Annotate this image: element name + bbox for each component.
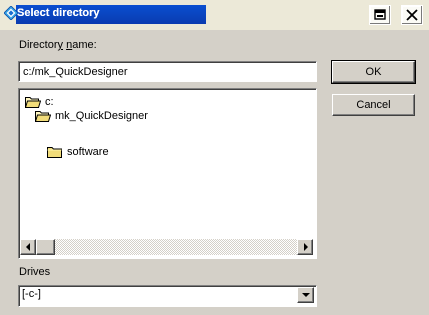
right-arrow-icon (304, 243, 308, 251)
directory-name-input[interactable] (19, 62, 316, 81)
label-part: Director (19, 39, 58, 51)
directory-tree[interactable]: c: mk_QuickDesigner software (18, 88, 317, 259)
tree-item-software[interactable]: software (47, 146, 109, 158)
drives-label: Drives (19, 266, 51, 278)
scroll-left-button[interactable] (20, 239, 36, 255)
context-help-icon (374, 9, 386, 20)
title-bar[interactable]: Select directory (0, 0, 429, 30)
tree-item-c[interactable]: c: (25, 96, 54, 108)
label-part: ame: (72, 39, 97, 51)
tree-item-label: c: (45, 96, 54, 108)
app-diamond-icon (4, 6, 18, 20)
open-folder-icon (35, 111, 51, 122)
directory-name-label: Directory name: (19, 39, 97, 51)
select-directory-dialog: Select directory Directory name: OK Canc… (0, 0, 429, 315)
drives-dropdown-button[interactable] (297, 287, 314, 303)
closed-folder-icon (47, 147, 62, 158)
close-icon (406, 9, 418, 21)
close-button[interactable] (401, 5, 423, 25)
horizontal-scrollbar[interactable] (20, 239, 313, 255)
drives-selected-value: [-c-] (22, 288, 41, 300)
ok-button[interactable]: OK (331, 60, 416, 84)
scroll-right-button[interactable] (297, 239, 313, 255)
cancel-button[interactable]: Cancel (332, 94, 415, 116)
left-arrow-icon (26, 243, 30, 251)
tree-item-label: software (67, 146, 109, 158)
directory-name-field[interactable] (18, 61, 317, 82)
tree-viewport: c: mk_QuickDesigner software (19, 89, 316, 239)
scroll-thumb[interactable] (36, 239, 55, 255)
chevron-down-icon (302, 293, 310, 297)
window-title: Select directory (17, 7, 100, 19)
tree-item-mk-quickdesigner[interactable]: mk_QuickDesigner (35, 110, 148, 122)
context-help-button[interactable] (369, 5, 391, 25)
open-folder-icon (25, 97, 41, 108)
tree-item-label: mk_QuickDesigner (55, 110, 148, 122)
drives-combobox[interactable]: [-c-] (18, 285, 317, 307)
